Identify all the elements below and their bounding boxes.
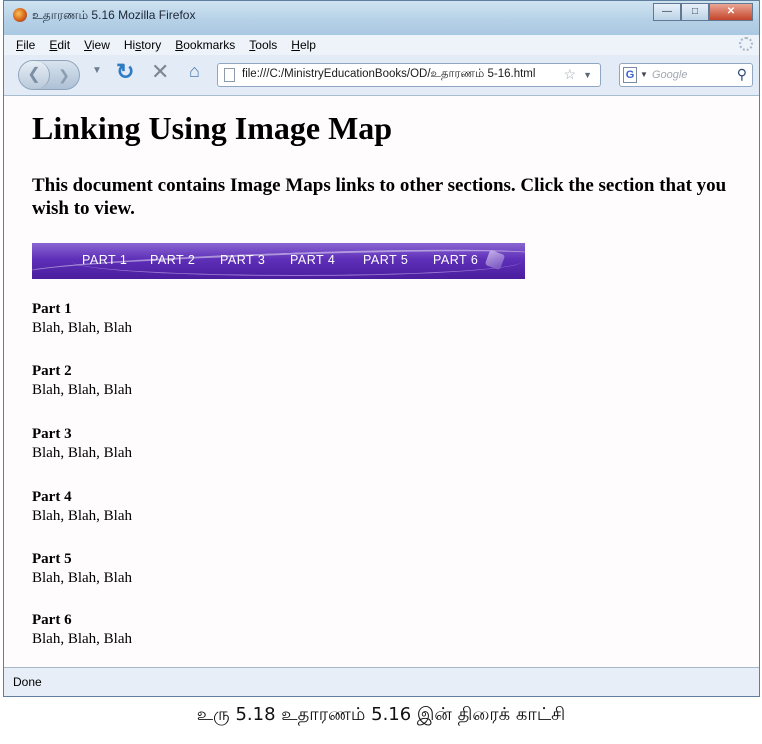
section-part-6: Part 6 Blah, Blah, Blah bbox=[32, 611, 332, 649]
search-engine-button[interactable]: G bbox=[623, 67, 637, 83]
history-dropdown-icon[interactable]: ▼ bbox=[92, 65, 102, 76]
forward-button[interactable]: ❯ bbox=[51, 61, 77, 89]
address-bar[interactable]: file:///C:/MinistryEducationBooks/OD/உதா… bbox=[217, 63, 601, 87]
menu-file[interactable]: File bbox=[16, 38, 35, 52]
section-heading: Part 1 bbox=[32, 301, 72, 317]
section-heading: Part 5 bbox=[32, 551, 72, 567]
section-heading: Part 4 bbox=[32, 489, 72, 505]
map-link-part-6[interactable]: PART 6 bbox=[433, 253, 478, 267]
close-button[interactable]: ✕ bbox=[709, 3, 753, 21]
section-heading: Part 3 bbox=[32, 426, 72, 442]
section-body: Blah, Blah, Blah bbox=[32, 508, 132, 524]
firefox-logo-icon bbox=[13, 8, 27, 22]
menu-help[interactable]: Help bbox=[291, 38, 316, 52]
section-part-5: Part 5 Blah, Blah, Blah bbox=[32, 550, 332, 588]
search-engine-dropdown-icon[interactable]: ▼ bbox=[640, 70, 648, 79]
back-button[interactable]: ❮ bbox=[19, 61, 50, 89]
minimize-button[interactable]: — bbox=[653, 3, 681, 21]
map-link-part-5[interactable]: PART 5 bbox=[363, 253, 408, 267]
navigation-toolbar: ❮ ❯ ▼ ↻ ✕ ⌂ file:///C:/MinistryEducation… bbox=[4, 55, 759, 96]
section-part-4: Part 4 Blah, Blah, Blah bbox=[32, 488, 332, 526]
page-title: Linking Using Image Map bbox=[32, 110, 393, 146]
search-input[interactable]: Google bbox=[652, 69, 687, 81]
section-body: Blah, Blah, Blah bbox=[32, 382, 132, 398]
menu-view[interactable]: View bbox=[84, 38, 110, 52]
section-body: Blah, Blah, Blah bbox=[32, 320, 132, 336]
map-link-part-4[interactable]: PART 4 bbox=[290, 253, 335, 267]
section-part-1: Part 1 Blah, Blah, Blah bbox=[32, 300, 332, 338]
map-link-part-3[interactable]: PART 3 bbox=[220, 253, 265, 267]
section-body: Blah, Blah, Blah bbox=[32, 631, 132, 647]
menu-bar: File Edit View History Bookmarks Tools H… bbox=[4, 35, 759, 55]
window-title: உதாரணம் 5.16 Mozilla Firefox bbox=[32, 8, 196, 22]
address-input[interactable]: file:///C:/MinistryEducationBooks/OD/உதா… bbox=[242, 68, 535, 82]
image-map: PART 1 PART 2 PART 3 PART 4 PART 5 PART … bbox=[32, 243, 525, 279]
menu-tools[interactable]: Tools bbox=[249, 38, 277, 52]
map-decoration-icon bbox=[484, 249, 506, 271]
page-icon bbox=[224, 68, 235, 82]
section-heading: Part 2 bbox=[32, 363, 72, 379]
figure-caption: உரு 5.18 உதாரணம் 5.16 இன் திரைக் காட்சி bbox=[196, 704, 566, 725]
section-part-2: Part 2 Blah, Blah, Blah bbox=[32, 362, 332, 400]
page-content: Linking Using Image Map This document co… bbox=[4, 96, 759, 668]
menu-edit[interactable]: Edit bbox=[49, 38, 70, 52]
stop-icon[interactable]: ✕ bbox=[151, 59, 169, 85]
search-bar[interactable]: G ▼ Google ⚲ bbox=[619, 63, 753, 87]
status-bar: Done bbox=[4, 667, 759, 696]
status-text: Done bbox=[13, 675, 42, 689]
intro-text: This document contains Image Maps links … bbox=[32, 175, 727, 219]
menu-bookmarks[interactable]: Bookmarks bbox=[175, 38, 235, 52]
bookmark-star-icon[interactable]: ☆ bbox=[563, 66, 576, 83]
title-bar: உதாரணம் 5.16 Mozilla Firefox — □ ✕ bbox=[4, 1, 759, 35]
section-body: Blah, Blah, Blah bbox=[32, 570, 132, 586]
window-controls: — □ ✕ bbox=[653, 3, 753, 21]
menu-history[interactable]: History bbox=[124, 38, 161, 52]
section-heading: Part 6 bbox=[32, 612, 72, 628]
url-dropdown-icon[interactable]: ▼ bbox=[583, 70, 592, 80]
map-link-part-1[interactable]: PART 1 bbox=[82, 253, 127, 267]
home-icon[interactable]: ⌂ bbox=[189, 61, 200, 82]
activity-throbber-icon bbox=[739, 37, 753, 51]
browser-window: உதாரணம் 5.16 Mozilla Firefox — □ ✕ File … bbox=[3, 0, 760, 697]
search-icon[interactable]: ⚲ bbox=[737, 66, 747, 83]
reload-icon[interactable]: ↻ bbox=[116, 59, 134, 85]
back-forward-group: ❮ ❯ bbox=[18, 60, 80, 90]
maximize-button[interactable]: □ bbox=[681, 3, 709, 21]
map-link-part-2[interactable]: PART 2 bbox=[150, 253, 195, 267]
section-body: Blah, Blah, Blah bbox=[32, 445, 132, 461]
section-part-3: Part 3 Blah, Blah, Blah bbox=[32, 425, 332, 463]
